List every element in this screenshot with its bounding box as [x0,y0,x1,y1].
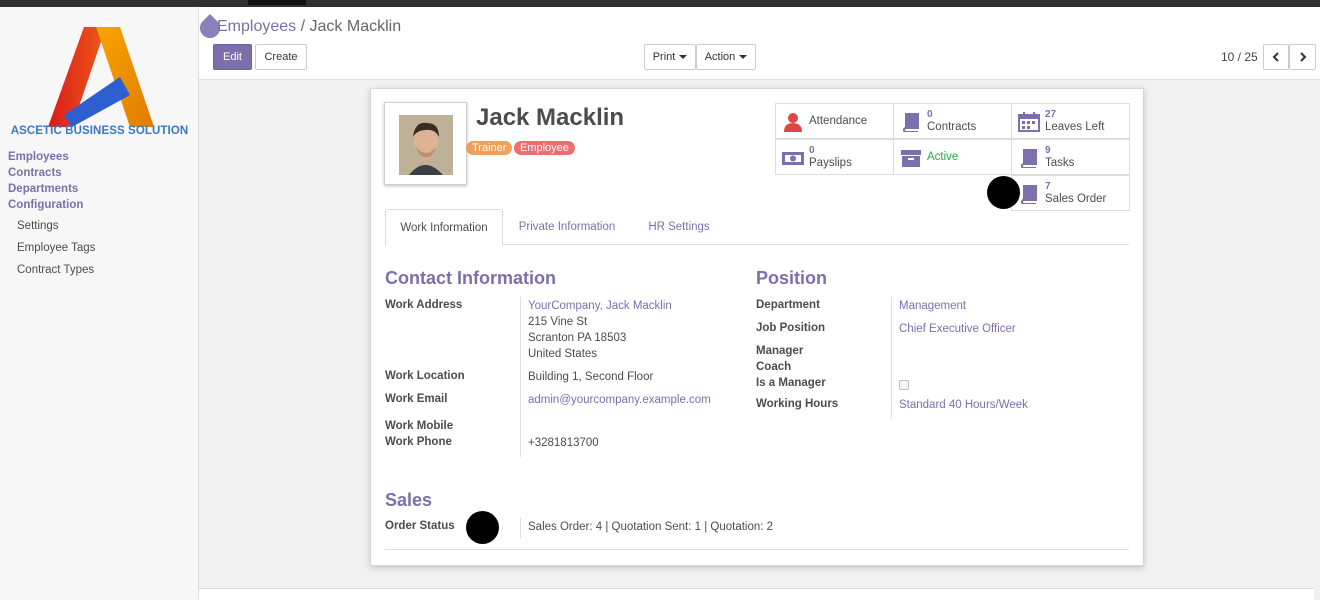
employee-name: Jack Macklin [476,104,625,131]
employee-photo[interactable] [384,102,467,185]
avatar [399,115,453,175]
leaves-left-button[interactable]: 27 Leaves Left [1011,103,1130,139]
tab-work-information[interactable]: Work Information [385,209,503,246]
department-link[interactable]: Management [899,300,966,312]
work-address-label: Work Address [385,299,463,311]
print-label: Print [652,51,676,63]
job-position-label: Job Position [756,322,825,334]
notebook-tabs: Work Information Private Information HR … [385,209,1129,246]
action-button[interactable]: Action [696,44,756,70]
position-divider [891,297,892,419]
book-icon [1020,185,1037,204]
edit-button[interactable]: Edit [213,44,252,70]
active-toggle-button[interactable]: Active [893,139,1012,175]
tag-employee[interactable]: Employee [514,141,575,155]
address-line-3: United States [528,348,598,360]
annotation-marker [987,176,1020,209]
breadcrumb-current: Jack Macklin [309,18,402,35]
work-phone-value: +3281813700 [528,437,599,449]
pager-value[interactable]: 10 / 25 [1221,50,1258,64]
menu-contract-types[interactable]: Contract Types [17,264,94,276]
job-position-link[interactable]: Chief Executive Officer [899,323,1016,335]
pager-previous-button[interactable] [1263,44,1289,70]
sales-order-label: Sales Order [1045,193,1107,205]
user-icon [784,113,802,132]
order-status-label: Order Status [385,520,455,532]
menu-employees[interactable]: Employees [8,151,69,163]
menu-departments[interactable]: Departments [8,183,78,195]
coach-label: Coach [756,361,792,373]
create-button[interactable]: Create [255,44,307,70]
archive-icon [901,150,921,167]
navbar-accent [248,0,306,5]
leaves-label: Leaves Left [1045,121,1105,133]
active-label: Active [927,151,959,163]
sales-separator [385,549,1129,550]
logo-text: ASCETIC BUSINESS SOLUTION [10,125,189,137]
work-email-label: Work Email [385,393,448,405]
annotation-marker [466,511,499,544]
menu-employee-tags[interactable]: Employee Tags [17,242,95,254]
working-hours-link[interactable]: Standard 40 Hours/Week [899,399,1028,411]
payslips-button[interactable]: 0 Payslips [775,139,894,175]
is-manager-label: Is a Manager [756,377,826,389]
tab-hr-settings[interactable]: HR Settings [633,209,725,245]
sales-section-title: Sales [385,490,433,510]
book-icon [1020,149,1037,168]
contact-section-title: Contact Information [385,268,556,288]
chevron-down-icon [679,55,688,59]
sales-order-button[interactable]: 7 Sales Order [1011,175,1130,211]
working-hours-label: Working Hours [756,398,839,410]
work-location-label: Work Location [385,370,465,382]
tasks-count: 9 [1045,145,1051,156]
book-icon [902,113,919,132]
chevron-down-icon [739,55,748,59]
menu-configuration[interactable]: Configuration [8,199,83,211]
contracts-label: Contracts [927,121,977,133]
tab-private-information[interactable]: Private Information [507,209,627,245]
sales-order-count: 7 [1045,181,1051,192]
department-label: Department [756,299,820,311]
breadcrumb-employees-link[interactable]: Employees [217,18,296,35]
payslips-count: 0 [809,145,815,156]
work-address-link[interactable]: YourCompany, Jack Macklin [528,300,672,312]
pager-next-button[interactable] [1289,44,1316,70]
address-line-2: Scranton PA 18503 [528,332,627,344]
work-mobile-label: Work Mobile [385,420,454,432]
address-line-1: 215 Vine St [528,316,588,328]
manager-label: Manager [756,345,804,357]
is-manager-checkbox[interactable] [899,380,909,390]
work-phone-label: Work Phone [385,436,452,448]
contact-divider [520,297,521,457]
sidebar: ASCETIC BUSINESS SOLUTION Employees Cont… [0,7,199,600]
attendance-label: Attendance [809,115,868,127]
sales-divider [520,517,521,539]
payslips-label: Payslips [809,157,852,169]
tasks-button[interactable]: 9 Tasks [1011,139,1130,175]
tasks-label: Tasks [1045,157,1075,169]
tag-trainer[interactable]: Trainer [466,141,513,155]
menu-contracts[interactable]: Contracts [8,167,62,179]
work-email-link[interactable]: admin@yourcompany.example.com [528,394,711,406]
chatter-area [199,588,1314,600]
print-button[interactable]: Print [644,44,696,70]
menu-settings[interactable]: Settings [17,220,59,232]
breadcrumb: Employees / Jack Macklin [217,18,401,36]
work-location-value: Building 1, Second Floor [528,371,654,383]
attendance-button[interactable]: Attendance [775,103,894,139]
breadcrumb-separator: / [300,18,306,35]
position-section-title: Position [756,268,827,288]
order-status-value: Sales Order: 4 | Quotation Sent: 1 | Quo… [528,521,774,533]
calendar-icon [1018,112,1040,132]
chevron-right-icon [1299,52,1306,62]
top-navbar [0,0,1320,7]
contracts-button[interactable]: 0 Contracts [893,103,1012,139]
action-label: Action [704,51,736,63]
leaves-count: 27 [1045,109,1057,120]
money-icon [782,152,804,165]
chevron-left-icon [1272,52,1279,62]
contracts-count: 0 [927,109,933,120]
